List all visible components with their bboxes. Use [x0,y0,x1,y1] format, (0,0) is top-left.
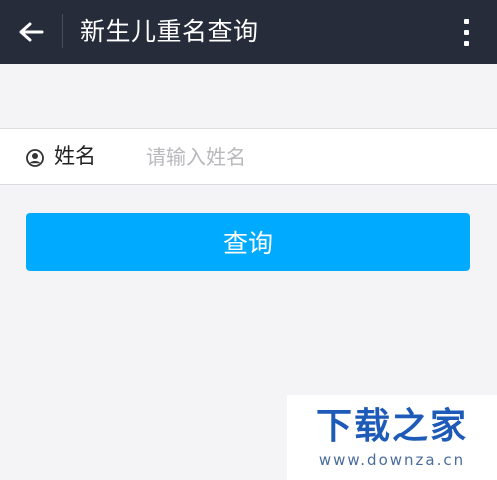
more-vertical-icon-dot [463,40,469,46]
app-bar: 新生儿重名查询 [0,0,497,64]
name-field-label: 姓名 [54,144,96,168]
query-button[interactable]: 查询 [26,213,470,271]
arrow-left-icon [19,22,44,42]
more-vertical-icon-dot [463,29,469,35]
watermark: 下载之家 www.downza.cn [287,395,497,480]
back-button[interactable] [0,0,62,64]
app-bar-divider [62,14,63,48]
watermark-logo: 下载之家 [315,406,468,447]
name-input[interactable] [146,136,476,178]
person-icon [26,149,44,167]
more-vertical-icon [463,18,469,24]
watermark-url: www.downza.cn [318,451,466,469]
more-menu-button[interactable] [451,12,481,52]
page-title: 新生儿重名查询 [80,17,259,46]
